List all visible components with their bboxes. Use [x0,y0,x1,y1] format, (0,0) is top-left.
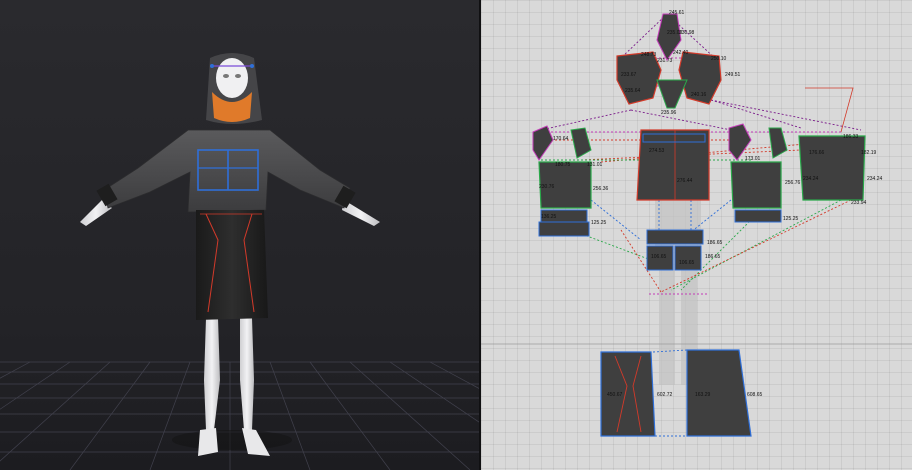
svg-text:230.98: 230.98 [679,30,695,36]
svg-text:186.65: 186.65 [705,254,721,260]
svg-text:235.96: 235.96 [661,110,677,116]
svg-text:230.76: 230.76 [539,184,555,190]
svg-text:182.19: 182.19 [861,150,877,156]
jacket [103,129,351,213]
svg-text:250.10: 250.10 [711,56,727,62]
svg-text:245.61: 245.61 [669,10,685,16]
svg-text:106.65: 106.65 [651,254,667,260]
svg-text:176.66: 176.66 [809,150,825,156]
svg-text:274.53: 274.53 [649,148,665,154]
2d-pattern-window[interactable]: 245.61 235.05 230.98 248.73 242.40 231.7… [481,0,912,470]
svg-text:235.64: 235.64 [625,88,641,94]
svg-text:136.25: 136.25 [541,214,557,220]
skirt [196,210,268,320]
waistband-panels: 186.65 106.65 106.65 186.65 [646,229,723,271]
jacket-panels: 170.64 180.75 230.76 256.36 131.01 274.5… [532,87,883,237]
svg-text:602.72: 602.72 [657,392,673,398]
svg-text:242.40: 242.40 [673,50,689,56]
svg-text:131.01: 131.01 [587,162,603,168]
svg-text:180.75: 180.75 [555,162,571,168]
svg-text:231.73: 231.73 [657,58,673,64]
svg-text:125.25: 125.25 [591,220,607,226]
3d-viewport[interactable] [0,0,479,470]
svg-text:256.76: 256.76 [785,180,801,186]
svg-text:106.65: 106.65 [679,260,695,266]
svg-text:186.65: 186.65 [707,240,723,246]
svg-text:276.44: 276.44 [677,178,693,184]
svg-text:173.01: 173.01 [745,156,761,162]
svg-text:608.65: 608.65 [747,392,763,398]
pattern-canvas: 245.61 235.05 230.98 248.73 242.40 231.7… [481,10,912,437]
svg-text:170.64: 170.64 [553,136,569,142]
3d-scene [0,53,479,470]
hood-panels: 245.61 235.05 230.98 248.73 242.40 231.7… [616,10,741,116]
svg-text:248.73: 248.73 [641,52,657,58]
svg-text:233.67: 233.67 [621,72,637,78]
svg-text:233.94: 233.94 [851,200,867,206]
svg-text:450.67: 450.67 [607,392,623,398]
svg-text:234.24: 234.24 [867,176,883,182]
svg-text:256.36: 256.36 [593,186,609,192]
svg-text:125.25: 125.25 [783,216,799,222]
svg-text:249.51: 249.51 [725,72,741,78]
floor-grid [0,361,479,470]
svg-text:234.24: 234.24 [803,176,819,182]
svg-text:163.29: 163.29 [695,392,711,398]
svg-text:240.16: 240.16 [691,92,707,98]
svg-text:186.33: 186.33 [843,134,859,140]
